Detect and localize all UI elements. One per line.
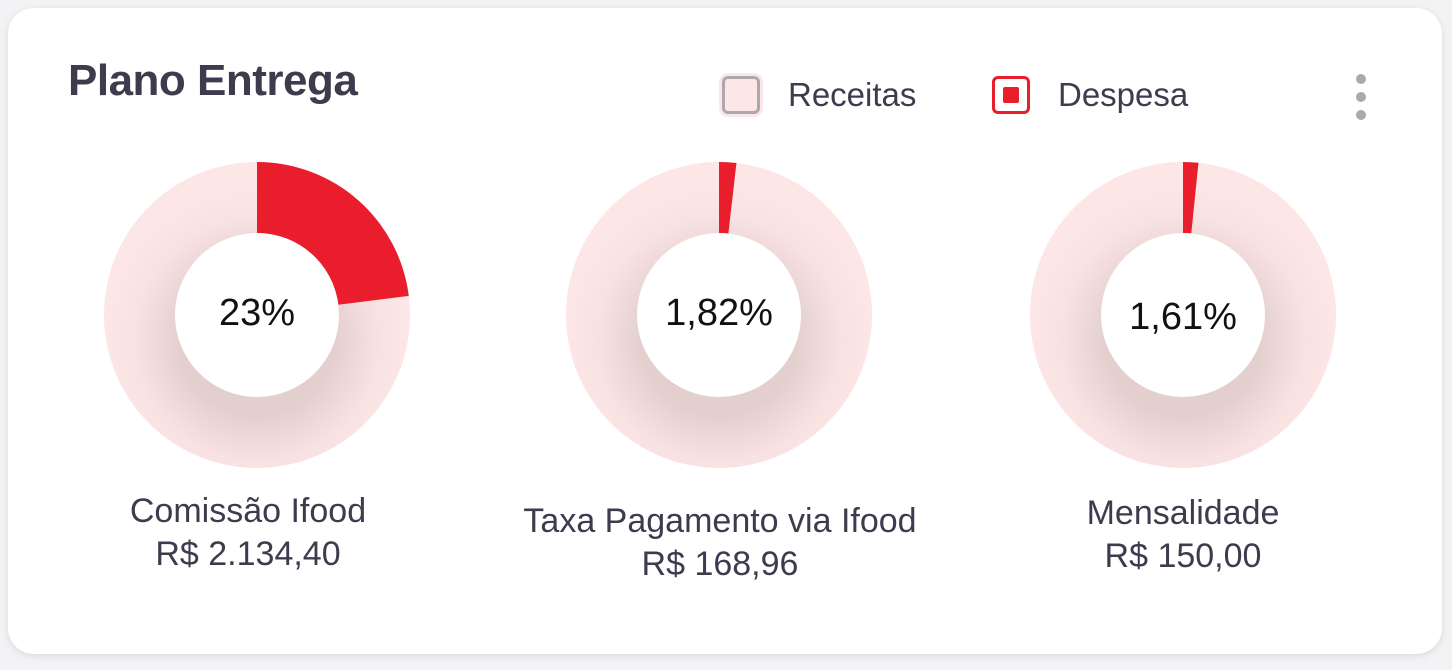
donut-amount-label: R$ 150,00	[1104, 537, 1262, 575]
donut-caption-comissao: Comissão Ifood R$ 2.134,40	[68, 490, 428, 576]
legend-swatch-receitas	[722, 76, 760, 114]
legend-label-receitas: Receitas	[788, 76, 917, 113]
donut-category-label: Taxa Pagamento via Ifood	[523, 502, 917, 540]
donut-chart-taxa-pagamento: 1,82%	[566, 162, 872, 468]
donut-percent-label: 23%	[218, 292, 296, 334]
donut-caption-mensalidade: Mensalidade R$ 150,00	[1003, 492, 1363, 578]
legend-item-receitas[interactable]: Receitas	[722, 76, 916, 114]
donut-chart-mensalidade: 1,61%	[1030, 162, 1336, 468]
card-title: Plano Entrega	[68, 56, 358, 105]
donut-chart-comissao: 23%	[104, 162, 410, 468]
more-vertical-icon[interactable]	[1348, 74, 1374, 120]
donut-percent-label: 1,61%	[1129, 296, 1237, 338]
donut-amount-label: R$ 168,96	[641, 545, 799, 583]
donut-category-label: Mensalidade	[1086, 494, 1280, 532]
legend-label-despesa: Despesa	[1058, 76, 1189, 113]
donut-category-label: Comissão Ifood	[129, 492, 367, 530]
donut-caption-taxa-pagamento: Taxa Pagamento via Ifood R$ 168,96	[480, 500, 960, 586]
donut-percent-label: 1,82%	[665, 292, 773, 334]
donut-amount-label: R$ 2.134,40	[155, 535, 341, 573]
legend-swatch-despesa	[992, 76, 1030, 114]
legend-item-despesa[interactable]: Despesa	[992, 76, 1188, 114]
